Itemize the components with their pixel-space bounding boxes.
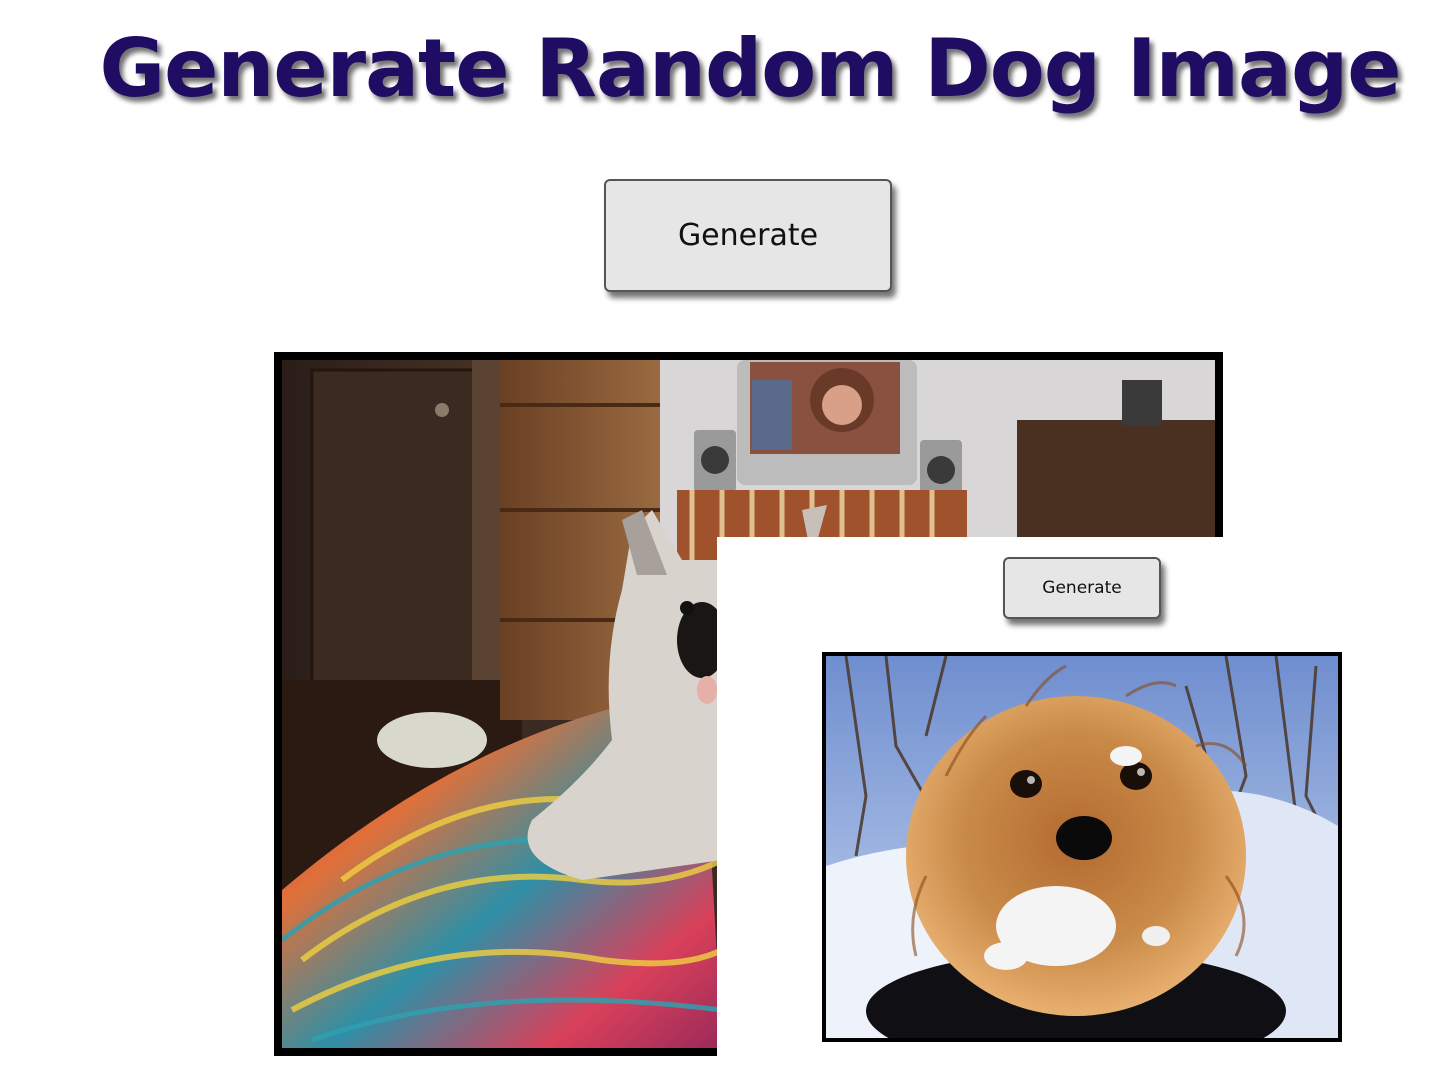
- dog-image-overlay: [822, 652, 1342, 1042]
- generate-button-overlay[interactable]: Generate: [1003, 557, 1161, 619]
- terrier-photo-drawing: [826, 656, 1338, 1038]
- app-page: Generate Random Dog Image Generate Gener…: [0, 0, 1440, 1080]
- page-title: Generate Random Dog Image: [99, 22, 1401, 115]
- generate-button[interactable]: Generate: [604, 179, 892, 292]
